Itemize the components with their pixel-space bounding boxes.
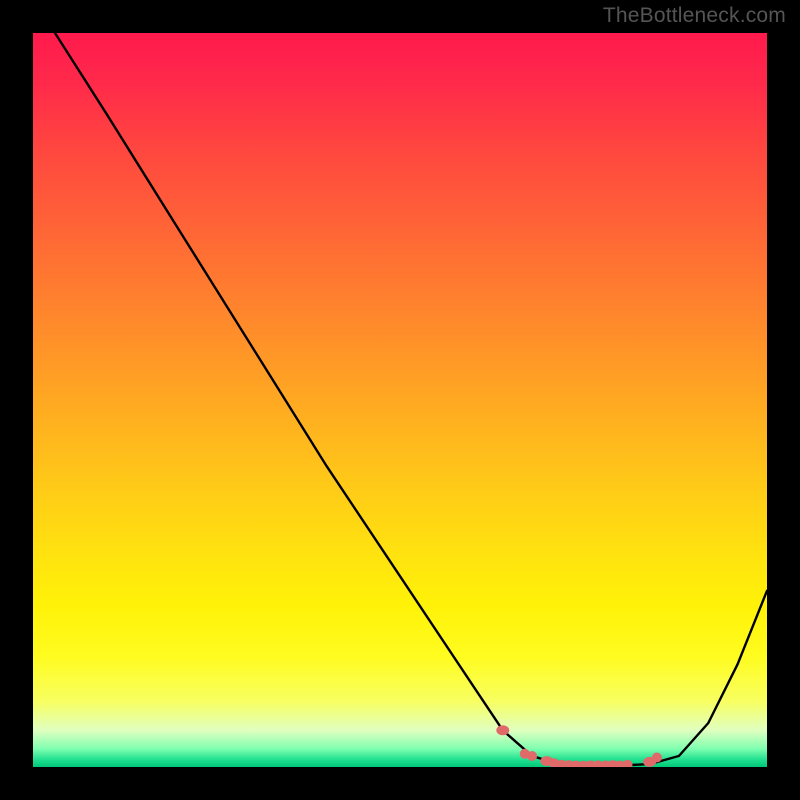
bottleneck-curve-line: [55, 33, 767, 766]
optimal-marker-dot: [652, 753, 662, 763]
chart-plot-area: [33, 33, 767, 767]
optimal-marker-dot: [496, 725, 509, 735]
optimal-marker-dot: [623, 760, 633, 767]
optimal-marker-dot: [527, 751, 537, 761]
chart-svg: [33, 33, 767, 767]
watermark-text: TheBottleneck.com: [603, 4, 786, 28]
